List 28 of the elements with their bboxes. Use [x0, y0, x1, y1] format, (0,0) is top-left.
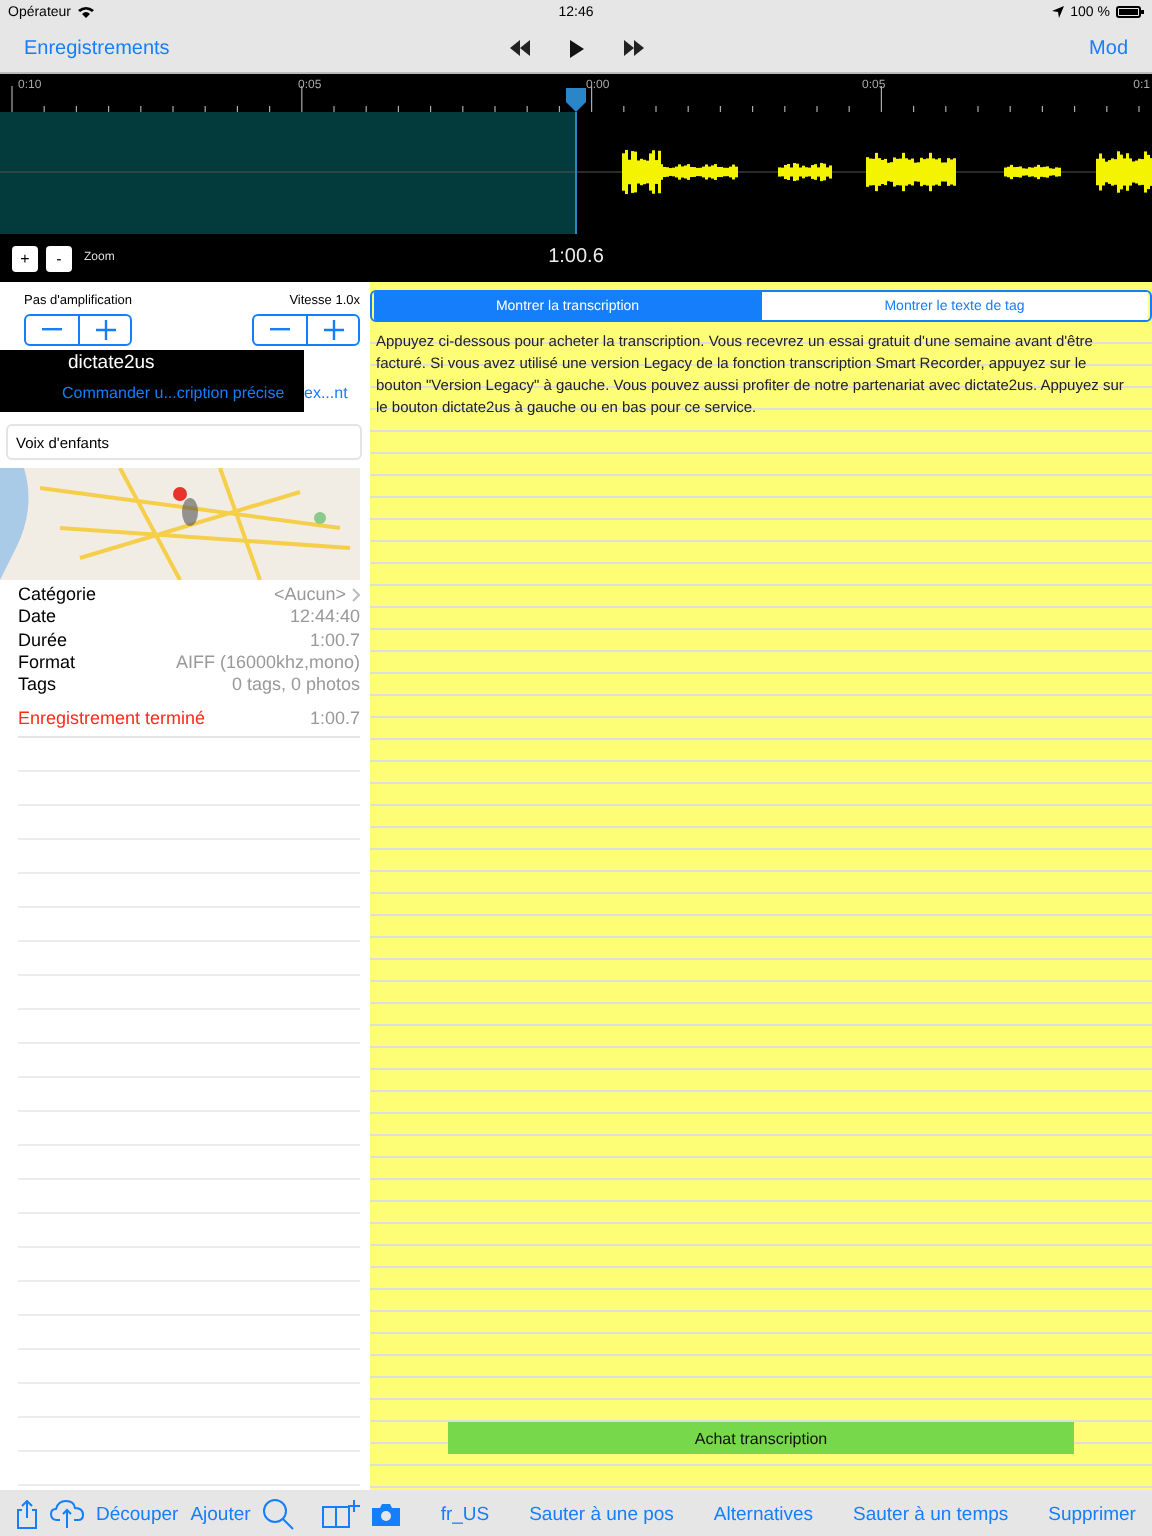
detail-label: Tags [18, 674, 57, 697]
toolbar-action[interactable]: Sauter à un temps [853, 1503, 1009, 1525]
dictate-title: dictate2us [66, 352, 157, 374]
detail-value: 12:44:40 [289, 606, 360, 630]
order-transcription-link[interactable]: Commander u...cription précise [0, 384, 304, 402]
recordings-back-button[interactable]: Enregistrements [24, 37, 170, 59]
recording-duration: 1:00.7 [309, 708, 360, 729]
detail-value: 0 tags, 0 photos [231, 674, 360, 697]
detail-value: <Aucun> [273, 584, 346, 607]
toolbar-action[interactable]: Supprimer [1048, 1503, 1136, 1525]
mod-button[interactable]: Mod [1089, 37, 1128, 59]
toolbar-action[interactable]: Découper [96, 1503, 179, 1525]
zoom-button[interactable]: + [12, 245, 38, 271]
detail-value: 1:00.7 [309, 629, 360, 652]
detail-value: AIFF (16000khz,mono) [175, 651, 360, 675]
zoom-button[interactable]: - [46, 245, 72, 271]
toolbar-action[interactable]: Alternatives [713, 1503, 814, 1525]
detail-label: Date [18, 606, 57, 630]
detail-label: Format [18, 651, 76, 675]
order-transcription-link[interactable]: ex...nt [304, 384, 348, 402]
detail-label: Catégorie [18, 584, 97, 607]
detail-label: Durée [18, 629, 68, 652]
toolbar-action[interactable]: fr_US [440, 1503, 490, 1525]
toolbar-action[interactable]: Ajouter [190, 1503, 251, 1525]
playback-position: 1:00.6 [548, 246, 604, 268]
toolbar-action[interactable]: Sauter à une pos [529, 1503, 674, 1525]
buy-transcription-button[interactable]: Achat transcription [448, 1422, 1074, 1454]
recording-status: Enregistrement terminé [18, 708, 206, 729]
